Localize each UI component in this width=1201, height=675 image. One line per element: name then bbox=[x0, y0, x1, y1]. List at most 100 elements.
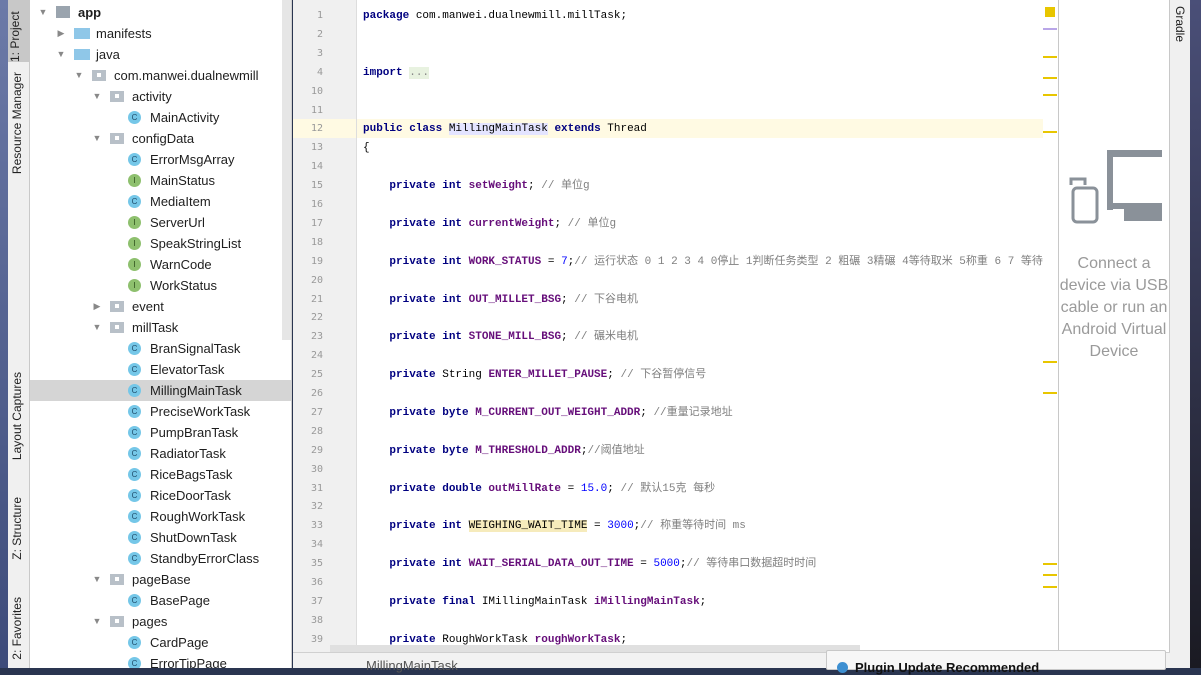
tree-item[interactable]: C ShutDownTask bbox=[30, 527, 291, 548]
code-line[interactable]: private byte M_CURRENT_OUT_WEIGHT_ADDR; … bbox=[363, 404, 732, 422]
code-line[interactable]: private int currentWeight; // 单位g bbox=[363, 215, 616, 233]
line-number: 21 bbox=[310, 293, 323, 305]
code-token: 15.0 bbox=[580, 482, 608, 495]
error-stripe-marker[interactable] bbox=[1045, 7, 1055, 17]
tree-item[interactable]: ▶ event bbox=[30, 296, 291, 317]
plugin-update-notification[interactable]: Plugin Update Recommended bbox=[826, 650, 1166, 675]
expand-arrow-icon[interactable]: ▼ bbox=[92, 317, 102, 338]
tree-item[interactable]: C RadiatorTask bbox=[30, 443, 291, 464]
code-line[interactable]: private int OUT_MILLET_BSG; // 下谷电机 bbox=[363, 291, 638, 309]
tree-item[interactable]: C BasePage bbox=[30, 590, 291, 611]
tree-item[interactable]: C MillingMainTask bbox=[30, 380, 291, 401]
tree-item[interactable]: C RiceBagsTask bbox=[30, 464, 291, 485]
tree-item[interactable]: C BranSignalTask bbox=[30, 338, 291, 359]
error-stripe-marker[interactable] bbox=[1043, 131, 1057, 133]
tree-item[interactable]: ▼ configData bbox=[30, 128, 291, 149]
error-stripe-marker[interactable] bbox=[1043, 574, 1057, 576]
error-stripe[interactable] bbox=[1043, 0, 1058, 652]
module-icon bbox=[56, 6, 70, 18]
breadcrumb-class[interactable]: MillingMainTask bbox=[366, 658, 458, 673]
tree-item-label: millTask bbox=[132, 320, 179, 335]
line-number: 16 bbox=[310, 199, 323, 210]
favorites-tab[interactable]: 2: Favorites bbox=[10, 597, 24, 660]
code-token: private byte bbox=[363, 444, 476, 457]
tree-item[interactable]: ▼ app bbox=[30, 2, 291, 23]
code-token: import bbox=[363, 66, 410, 79]
tree-item[interactable]: ▼ activity bbox=[30, 86, 291, 107]
tree-item[interactable]: C ErrorMsgArray bbox=[30, 149, 291, 170]
line-number: 27 bbox=[310, 406, 323, 418]
error-stripe-marker[interactable] bbox=[1043, 392, 1057, 394]
expand-arrow-icon[interactable]: ▼ bbox=[92, 569, 102, 590]
code-line[interactable]: { bbox=[363, 139, 370, 157]
line-number: 36 bbox=[310, 577, 323, 588]
gradle-tab[interactable]: Gradle bbox=[1173, 6, 1187, 42]
tree-item[interactable]: ▼ com.manwei.dualnewmill bbox=[30, 65, 291, 86]
tree-item[interactable]: ▶ manifests bbox=[30, 23, 291, 44]
expand-arrow-icon[interactable]: ▼ bbox=[92, 611, 102, 632]
tree-item[interactable]: C RoughWorkTask bbox=[30, 506, 291, 527]
tree-item[interactable]: C ElevatorTask bbox=[30, 359, 291, 380]
collapse-arrow-icon[interactable]: ▶ bbox=[56, 23, 66, 44]
error-stripe-marker[interactable] bbox=[1043, 361, 1057, 363]
tree-item[interactable]: I WorkStatus bbox=[30, 275, 291, 296]
expand-arrow-icon[interactable]: ▼ bbox=[38, 2, 48, 23]
tree-item[interactable]: I WarnCode bbox=[30, 254, 291, 275]
tree-item[interactable]: ▼ millTask bbox=[30, 317, 291, 338]
resource-manager-tab[interactable]: Resource Manager bbox=[10, 72, 24, 174]
code-token: { bbox=[363, 142, 370, 155]
tree-item[interactable]: I SpeakStringList bbox=[30, 233, 291, 254]
line-number: 13 bbox=[310, 142, 323, 154]
expand-arrow-icon[interactable]: ▼ bbox=[56, 44, 66, 65]
tree-item[interactable]: I ServerUrl bbox=[30, 212, 291, 233]
tree-item[interactable]: I MainStatus bbox=[30, 170, 291, 191]
tree-item[interactable]: C MediaItem bbox=[30, 191, 291, 212]
error-stripe-marker[interactable] bbox=[1043, 563, 1057, 565]
tree-item-label: WarnCode bbox=[150, 257, 212, 272]
code-token: IMillingMainTask bbox=[481, 595, 595, 608]
code-line[interactable]: private int STONE_MILL_BSG; // 碾米电机 bbox=[363, 328, 638, 346]
expand-arrow-icon[interactable]: ▼ bbox=[92, 86, 102, 107]
code-line[interactable]: private final IMillingMainTask iMillingM… bbox=[363, 593, 706, 611]
project-tab[interactable]: 1: Project bbox=[8, 0, 30, 62]
expand-arrow-icon[interactable]: ▼ bbox=[74, 65, 84, 86]
code-line[interactable]: private String ENTER_MILLET_PAUSE; // 下谷… bbox=[363, 366, 706, 384]
class-icon: C bbox=[128, 468, 141, 481]
line-number: 38 bbox=[310, 614, 323, 626]
tree-item-label: MainStatus bbox=[150, 173, 216, 188]
tree-item[interactable]: C CardPage bbox=[30, 632, 291, 653]
error-stripe-marker[interactable] bbox=[1043, 77, 1057, 79]
code-line[interactable]: private double outMillRate = 15.0; // 默认… bbox=[363, 480, 715, 498]
code-line[interactable]: public class MillingMainTask extends Thr… bbox=[363, 120, 647, 138]
tree-item[interactable]: C ErrorTipPage bbox=[30, 653, 291, 668]
structure-tab[interactable]: Z: Structure bbox=[10, 497, 24, 560]
tree-item[interactable]: ▼ pages bbox=[30, 611, 291, 632]
project-tree[interactable]: ▼ app ▶ manifests ▼ java ▼ com.manwei.dualnewmi… bbox=[30, 0, 292, 668]
code-line[interactable]: private int setWeight; // 单位g bbox=[363, 177, 589, 195]
error-stripe-marker[interactable] bbox=[1043, 28, 1057, 30]
code-line[interactable]: private int WORK_STATUS = 7;// 运行状态 0 1 … bbox=[363, 253, 1043, 271]
tree-item[interactable]: C RiceDoorTask bbox=[30, 485, 291, 506]
code-line[interactable]: private int WAIT_SERIAL_DATA_OUT_TIME = … bbox=[363, 555, 816, 573]
tree-item[interactable]: C StandbyErrorClass bbox=[30, 548, 291, 569]
code-line[interactable]: import ... bbox=[363, 64, 430, 82]
error-stripe-marker[interactable] bbox=[1043, 94, 1057, 96]
code-line[interactable]: package com.manwei.dualnewmill.millTask; bbox=[363, 7, 627, 25]
tree-item[interactable]: C MainActivity bbox=[30, 107, 291, 128]
expand-arrow-icon[interactable]: ▼ bbox=[92, 128, 102, 149]
collapse-arrow-icon[interactable]: ▶ bbox=[92, 296, 102, 317]
code-editor[interactable]: package com.manwei.dualnewmill.millTask;… bbox=[357, 0, 1043, 652]
layout-captures-tab[interactable]: Layout Captures bbox=[10, 372, 24, 460]
editor-horizontal-scrollbar[interactable] bbox=[330, 645, 860, 652]
error-stripe-marker[interactable] bbox=[1043, 586, 1057, 588]
class-icon: C bbox=[128, 384, 141, 397]
code-line[interactable]: private int WEIGHING_WAIT_TIME = 3000;//… bbox=[363, 517, 746, 535]
tree-item[interactable]: ▼ java bbox=[30, 44, 291, 65]
tree-item[interactable]: C PumpBranTask bbox=[30, 422, 291, 443]
code-token: //阈值地址 bbox=[587, 444, 645, 457]
tree-item[interactable]: ▼ pageBase bbox=[30, 569, 291, 590]
code-token: ; bbox=[699, 595, 707, 608]
code-line[interactable]: private byte M_THRESHOLD_ADDR;//阈值地址 bbox=[363, 442, 645, 460]
tree-item[interactable]: C PreciseWorkTask bbox=[30, 401, 291, 422]
error-stripe-marker[interactable] bbox=[1043, 56, 1057, 58]
